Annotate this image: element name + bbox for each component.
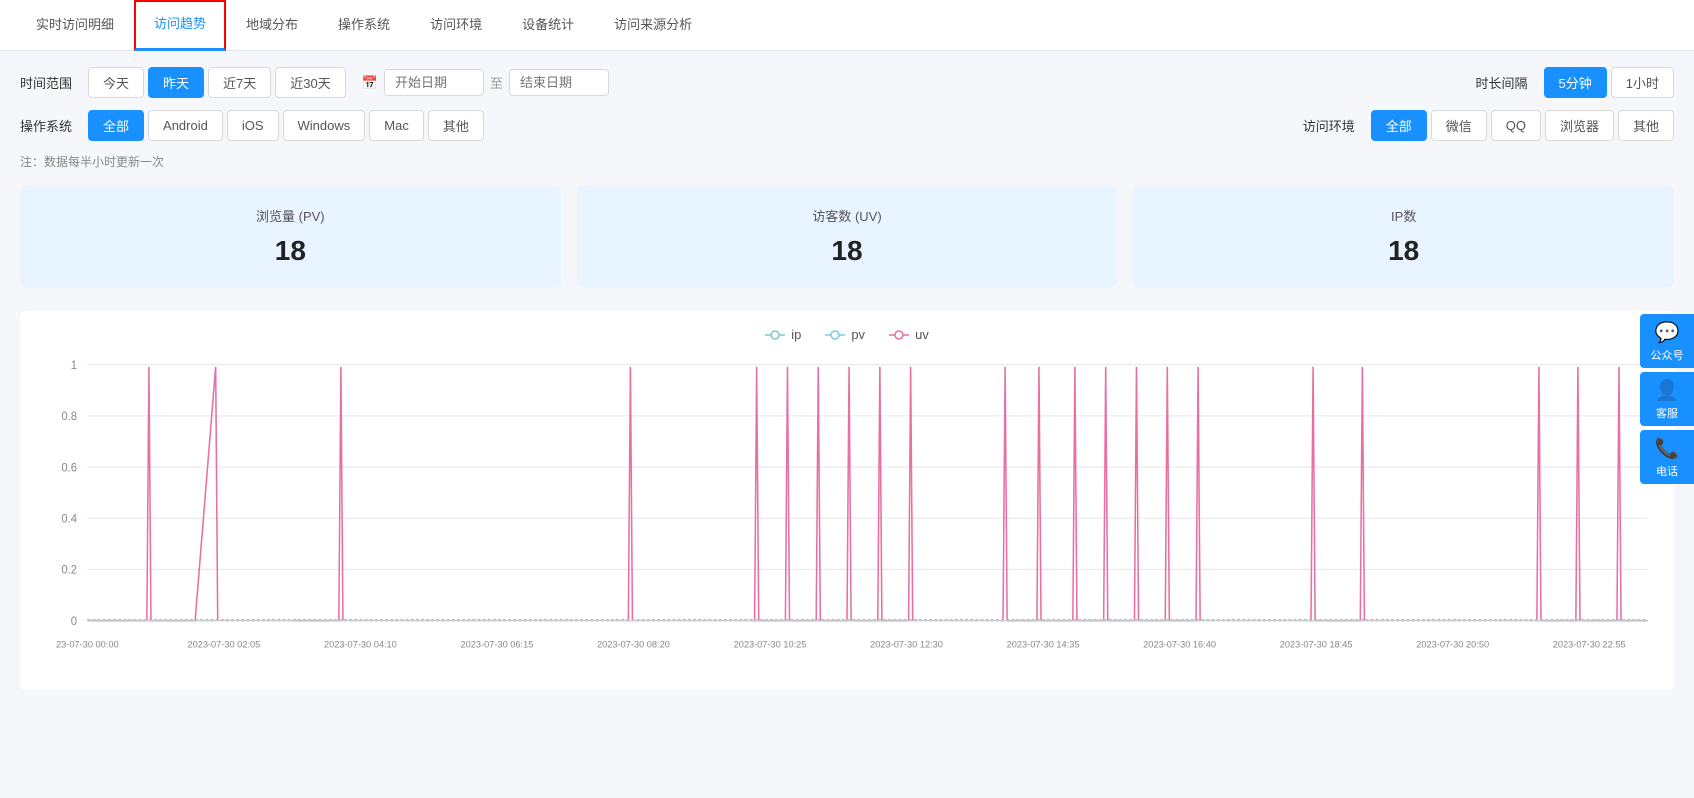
svg-text:2023-07-30 12:30: 2023-07-30 12:30 (870, 638, 943, 649)
svg-text:2023-07-30 06:15: 2023-07-30 06:15 (461, 638, 534, 649)
calendar-icon: 📅 (362, 75, 378, 91)
float-btn-service-label: 客服 (1656, 405, 1678, 421)
stats-row: 浏览量 (PV) 18 访客数 (UV) 18 IP数 18 (20, 186, 1674, 287)
stat-uv-title: 访客数 (UV) (607, 206, 1088, 225)
float-buttons-panel: 💬 公众号 👤 客服 📞 电话 (1640, 314, 1694, 484)
svg-text:2023-07-30 10:25: 2023-07-30 10:25 (734, 638, 807, 649)
btn-30days[interactable]: 近30天 (275, 67, 345, 98)
wechat-icon: 💬 (1655, 320, 1680, 345)
svg-text:0.2: 0.2 (61, 565, 77, 577)
btn-env-other[interactable]: 其他 (1618, 110, 1674, 141)
tab-geo[interactable]: 地域分布 (226, 0, 318, 50)
svg-text:2023-07-30 02:05: 2023-07-30 02:05 (187, 638, 260, 649)
tab-device[interactable]: 设备统计 (502, 0, 594, 50)
date-separator: 至 (490, 73, 503, 92)
legend-ip-label: ip (791, 327, 801, 342)
svg-text:2023-07-30 08:20: 2023-07-30 08:20 (597, 638, 670, 649)
access-env-label: 访问环境 (1303, 116, 1355, 135)
stat-pv: 浏览量 (PV) 18 (20, 186, 561, 287)
svg-text:2023-07-30 22:55: 2023-07-30 22:55 (1553, 638, 1626, 649)
tab-trend[interactable]: 访问趋势 (134, 0, 226, 51)
date-end-input[interactable] (509, 69, 609, 96)
svg-text:2023-07-30 04:10: 2023-07-30 04:10 (324, 638, 397, 649)
float-btn-wechat-label: 公众号 (1651, 347, 1684, 363)
right-filter-section: 时长间隔 5分钟 1小时 (1476, 67, 1674, 98)
float-btn-phone[interactable]: 📞 电话 (1640, 430, 1694, 484)
tab-source[interactable]: 访问来源分析 (594, 0, 712, 50)
chart-canvas: 1 0.8 0.6 0.4 0.2 0 (36, 354, 1658, 674)
os-filter-label: 操作系统 (20, 116, 72, 135)
interval-filter: 时长间隔 5分钟 1小时 (1476, 67, 1674, 98)
svg-text:0.4: 0.4 (61, 513, 77, 525)
float-btn-wechat[interactable]: 💬 公众号 (1640, 314, 1694, 368)
btn-os-all[interactable]: 全部 (88, 110, 144, 141)
float-btn-service[interactable]: 👤 客服 (1640, 372, 1694, 426)
btn-os-other[interactable]: 其他 (428, 110, 484, 141)
svg-text:0.6: 0.6 (61, 462, 77, 474)
btn-os-mac[interactable]: Mac (369, 110, 424, 141)
stat-pv-title: 浏览量 (PV) (50, 206, 531, 225)
legend-pv-label: pv (851, 327, 865, 342)
date-start-input[interactable] (384, 69, 484, 96)
legend-ip: ip (765, 327, 801, 342)
access-env-filter: 访问环境 全部 微信 QQ 浏览器 其他 (1303, 110, 1674, 141)
svg-text:2023-07-30 18:45: 2023-07-30 18:45 (1280, 638, 1353, 649)
stat-ip-title: IP数 (1163, 206, 1644, 225)
btn-today[interactable]: 今天 (88, 67, 144, 98)
tab-realtime[interactable]: 实时访问明细 (16, 0, 134, 50)
tab-os[interactable]: 操作系统 (318, 0, 410, 50)
date-range-picker: 📅 至 (362, 69, 609, 96)
svg-text:23-07-30 00:00: 23-07-30 00:00 (56, 638, 119, 649)
btn-os-android[interactable]: Android (148, 110, 223, 141)
legend-pv: pv (825, 327, 865, 342)
svg-text:2023-07-30 16:40: 2023-07-30 16:40 (1143, 638, 1216, 649)
btn-env-browser[interactable]: 浏览器 (1545, 110, 1614, 141)
svg-text:0.8: 0.8 (61, 411, 77, 423)
access-env-section: 访问环境 全部 微信 QQ 浏览器 其他 (1303, 110, 1674, 141)
btn-1hour[interactable]: 1小时 (1611, 67, 1674, 98)
tab-env[interactable]: 访问环境 (410, 0, 502, 50)
stat-pv-value: 18 (50, 235, 531, 267)
stat-uv: 访客数 (UV) 18 (577, 186, 1118, 287)
phone-icon: 📞 (1655, 436, 1680, 461)
legend-uv: uv (889, 327, 929, 342)
chart-section: ip pv uv 1 0.8 (20, 311, 1674, 690)
stat-ip: IP数 18 (1133, 186, 1674, 287)
top-tabs-bar: 实时访问明细 访问趋势 地域分布 操作系统 访问环境 设备统计 访问来源分析 (0, 0, 1694, 51)
btn-env-qq[interactable]: QQ (1491, 110, 1541, 141)
btn-5min[interactable]: 5分钟 (1544, 67, 1607, 98)
service-icon: 👤 (1655, 378, 1680, 403)
btn-env-wechat[interactable]: 微信 (1431, 110, 1487, 141)
btn-os-windows[interactable]: Windows (283, 110, 366, 141)
btn-7days[interactable]: 近7天 (208, 67, 271, 98)
stat-uv-value: 18 (607, 235, 1088, 267)
svg-text:0: 0 (71, 616, 77, 628)
svg-text:2023-07-30 14:35: 2023-07-30 14:35 (1007, 638, 1080, 649)
float-btn-phone-label: 电话 (1656, 463, 1678, 479)
svg-text:1: 1 (71, 360, 77, 372)
stat-ip-value: 18 (1163, 235, 1644, 267)
time-range-label: 时间范围 (20, 73, 72, 92)
os-filter-buttons: 全部 Android iOS Windows Mac 其他 (88, 110, 484, 141)
btn-env-all[interactable]: 全部 (1371, 110, 1427, 141)
time-range-buttons: 今天 昨天 近7天 近30天 (88, 67, 346, 98)
update-note: 注：数据每半小时更新一次 (20, 153, 1674, 170)
btn-os-ios[interactable]: iOS (227, 110, 279, 141)
svg-text:2023-07-30 20:50: 2023-07-30 20:50 (1416, 638, 1489, 649)
btn-yesterday[interactable]: 昨天 (148, 67, 204, 98)
chart-legend: ip pv uv (36, 327, 1658, 342)
interval-label: 时长间隔 (1476, 73, 1528, 92)
legend-uv-label: uv (915, 327, 929, 342)
